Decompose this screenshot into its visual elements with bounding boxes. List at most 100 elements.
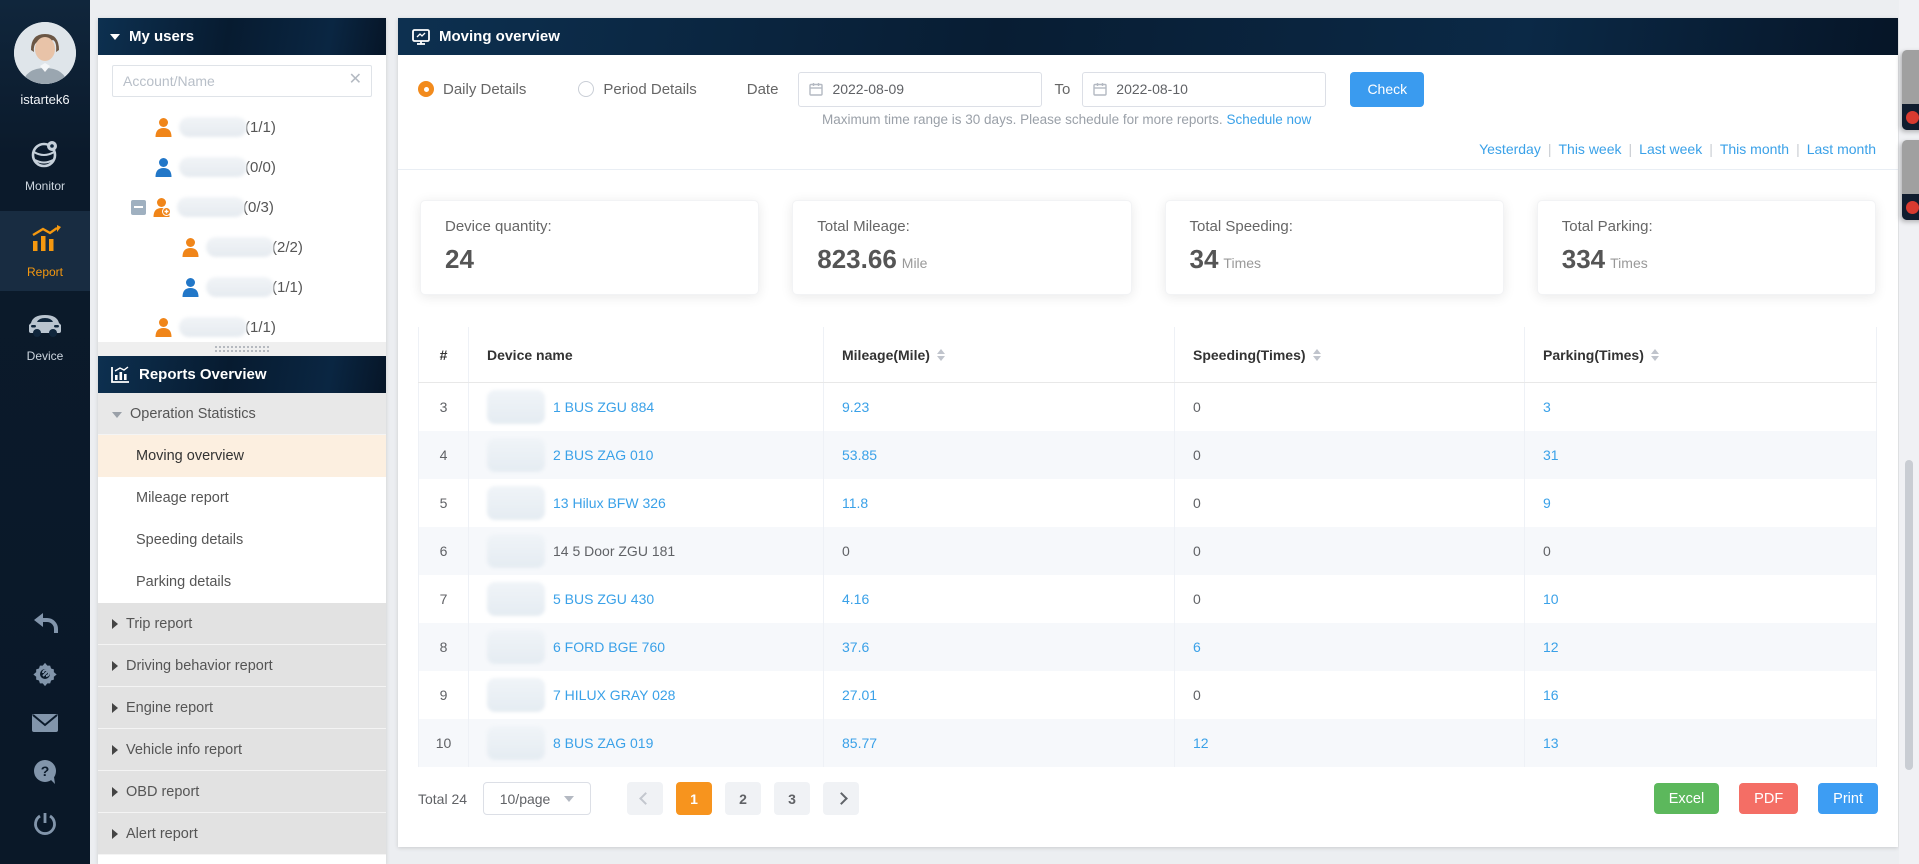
redacted-device-prefix [487,438,545,472]
floating-thumbnail[interactable] [1902,50,1919,130]
speeding-value[interactable]: 12 [1193,735,1209,751]
parking-value[interactable]: 16 [1543,687,1559,703]
speeding-value[interactable]: 6 [1193,639,1201,655]
mail-icon[interactable] [0,700,90,746]
date-from-input[interactable]: 2022-08-09 [798,71,1043,107]
reports-overview-header[interactable]: Reports Overview [98,356,386,393]
redacted-device-prefix [487,486,545,520]
menu-mileage-report[interactable]: Mileage report [98,477,386,519]
menu-alert-report[interactable]: Alert report [98,813,386,855]
sort-icon[interactable] [1650,348,1659,361]
mileage-value[interactable]: 9.23 [842,399,869,415]
daily-details-radio[interactable] [418,81,434,97]
user-tree-item[interactable]: (1/1) [98,267,386,307]
quick-link-last-week[interactable]: Last week [1639,141,1702,157]
device-name-link[interactable]: 5 BUS ZGU 430 [553,591,654,607]
user-device-count: (1/1) [245,318,276,336]
device-name-link[interactable]: 7 HILUX GRAY 028 [553,687,675,703]
avatar-image [14,22,76,84]
parking-value[interactable]: 10 [1543,591,1559,607]
menu-operation-statistics[interactable]: Operation Statistics [98,393,386,435]
my-users-header[interactable]: My users [98,18,386,55]
page-size-select[interactable]: 10/page [483,782,592,815]
menu-driving-behavior-report[interactable]: Driving behavior report [98,645,386,687]
user-tree-item[interactable]: (2/2) [98,227,386,267]
date-to-value: 2022-08-10 [1116,81,1188,97]
user-search: ✕ [98,55,386,105]
card-value: 34 Times [1189,244,1262,274]
period-details-label[interactable]: Period Details [603,81,696,98]
device-name-link[interactable]: 1 BUS ZGU 884 [553,399,654,415]
power-icon[interactable] [0,798,90,850]
back-icon[interactable] [0,598,90,648]
parking-cell: 13 [1525,719,1877,767]
device-name-link[interactable]: 6 FORD BGE 760 [553,639,665,655]
prev-page-button[interactable] [627,782,664,815]
mileage-value[interactable]: 11.8 [842,495,868,511]
user-tree-item[interactable]: (1/1) [98,307,386,342]
mileage-value[interactable]: 27.01 [842,687,877,703]
page-size-value: 10/page [499,790,551,807]
daily-details-label[interactable]: Daily Details [443,81,526,98]
menu-engine-report[interactable]: Engine report [98,687,386,729]
parking-cell: 16 [1525,671,1877,719]
total-count: Total 24 [418,790,468,807]
separator: | [1796,141,1800,157]
parking-value[interactable]: 12 [1543,639,1559,655]
excel-export-button[interactable]: Excel [1653,783,1720,814]
search-input[interactable] [112,65,372,97]
mileage-value[interactable]: 4.16 [842,591,869,607]
device-name-link[interactable]: 2 BUS ZAG 010 [553,447,653,463]
quick-link-this-week[interactable]: This week [1558,141,1621,157]
menu-vehicle-info-report[interactable]: Vehicle info report [98,729,386,771]
card-unit: Mile [901,255,928,271]
settings-icon[interactable] [0,648,90,700]
sort-icon[interactable] [1312,348,1321,361]
quick-link-last-month[interactable]: Last month [1807,141,1876,157]
speeding-cell: 0 [1175,575,1525,623]
rail-item-device[interactable]: Device [0,297,90,375]
clear-icon[interactable]: ✕ [349,72,362,88]
parking-value[interactable]: 9 [1543,495,1551,511]
menu-parking-details[interactable]: Parking details [98,561,386,603]
page-button-3[interactable]: 3 [774,782,811,815]
period-details-radio[interactable] [578,81,595,97]
page-button-1[interactable]: 1 [676,782,713,815]
menu-trip-report[interactable]: Trip report [98,603,386,645]
quick-link-this-month[interactable]: This month [1720,141,1789,157]
menu-moving-overview[interactable]: Moving overview [98,435,386,477]
pdf-export-button[interactable]: PDF [1739,783,1799,814]
mileage-value[interactable]: 37.6 [842,639,869,655]
parking-value[interactable]: 31 [1543,447,1559,463]
next-page-button[interactable] [823,782,860,815]
panel-splitter[interactable] [98,342,386,356]
device-name-link[interactable]: 8 BUS ZAG 019 [553,735,653,751]
table-row: 4 2 BUS ZAG 010 53.85 0 31 [418,431,1877,479]
page-button-2[interactable]: 2 [725,782,762,815]
mileage-value[interactable]: 85.77 [842,735,877,751]
parking-value[interactable]: 13 [1543,735,1559,751]
user-tree-item[interactable]: (0/3) [98,187,386,227]
rail-item-report[interactable]: Report [0,211,90,291]
user-tree-item[interactable]: (0/0) [98,147,386,187]
date-from-value: 2022-08-09 [832,81,905,97]
schedule-now-link[interactable]: Schedule now [1226,112,1311,127]
user-tree-item[interactable]: (1/1) [98,107,386,147]
check-button[interactable]: Check [1350,71,1425,107]
floating-thumbnail[interactable] [1902,140,1919,220]
collapse-minus-icon[interactable] [131,199,146,215]
quick-link-yesterday[interactable]: Yesterday [1479,141,1541,157]
menu-speeding-details[interactable]: Speeding details [98,519,386,561]
help-icon[interactable]: ? [0,746,90,798]
mileage-value[interactable]: 53.85 [842,447,877,463]
parking-value[interactable]: 3 [1543,399,1551,415]
rail-item-monitor[interactable]: Monitor [0,125,90,205]
vertical-scrollbar[interactable] [1905,460,1913,770]
print-button[interactable]: Print [1818,783,1878,814]
date-to-input[interactable]: 2022-08-10 [1082,71,1327,107]
sort-icon[interactable] [936,348,945,361]
device-name-link[interactable]: 13 Hilux BFW 326 [553,495,666,511]
menu-obd-report[interactable]: OBD report [98,771,386,813]
avatar[interactable] [14,22,76,84]
monitor-globe-icon [30,139,60,169]
